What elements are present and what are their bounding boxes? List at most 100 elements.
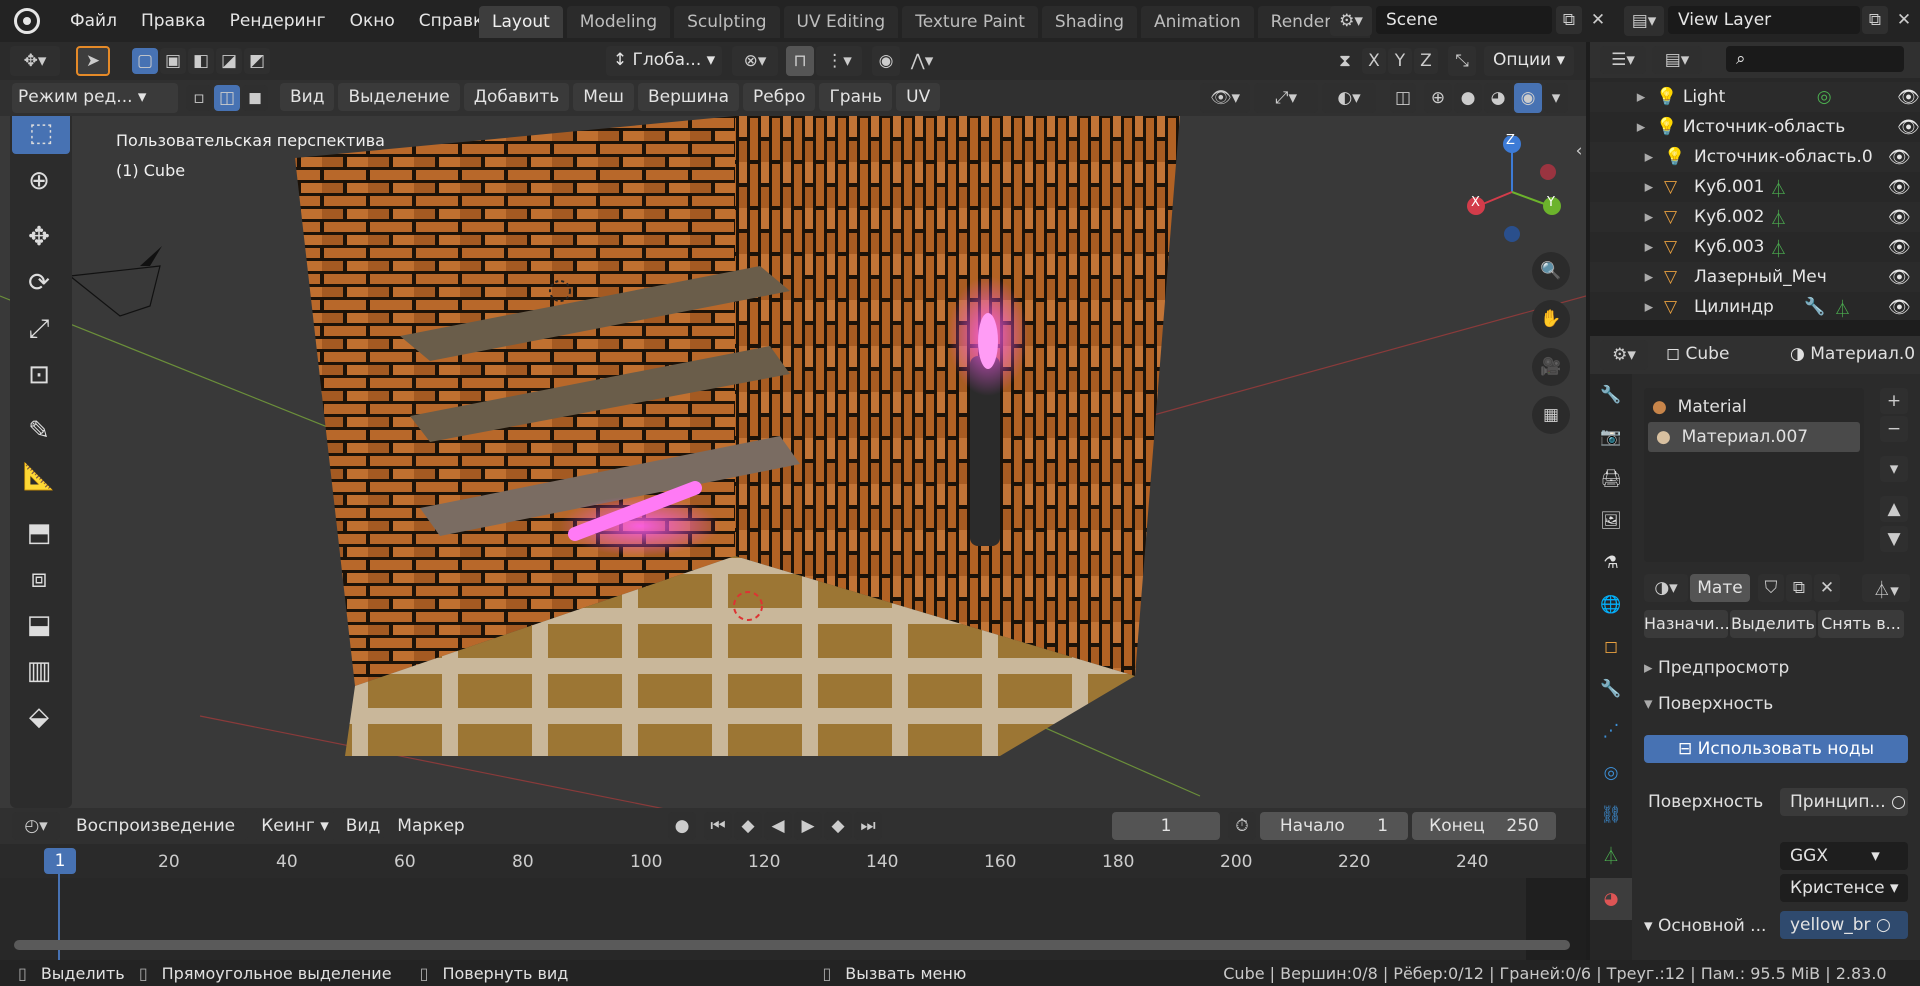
unlink-material-icon[interactable]: ✕: [1814, 574, 1840, 602]
outliner-item-area-light[interactable]: ▸ 💡 Источник-область 👁: [1590, 112, 1920, 142]
select-new-icon[interactable]: ▢: [132, 48, 158, 74]
timeline-view-menu[interactable]: Вид: [342, 812, 384, 840]
navigation-gizmo[interactable]: Z Y X: [1460, 133, 1580, 246]
solid-shading-icon[interactable]: ●: [1454, 83, 1482, 113]
physics-tab-icon[interactable]: ◎: [1590, 752, 1632, 794]
material-shading-icon[interactable]: ◕: [1484, 83, 1512, 113]
outliner-item-cube-003[interactable]: ▸ ▽ Куб.003 ⏃ 👁: [1590, 232, 1920, 262]
menu-file[interactable]: Файл: [58, 11, 129, 31]
select-extend-icon[interactable]: ▣: [160, 48, 186, 74]
tab-animation[interactable]: Animation: [1140, 6, 1254, 38]
expand-icon[interactable]: ▸: [1590, 87, 1656, 107]
vertex-mode-icon[interactable]: ▫: [186, 85, 212, 111]
fake-user-icon[interactable]: ⛉: [1758, 574, 1784, 602]
expand-icon[interactable]: ▸: [1590, 297, 1664, 317]
perspective-grid-icon[interactable]: ▦: [1532, 396, 1570, 434]
playhead-frame[interactable]: 1: [44, 848, 76, 874]
tab-sculpting[interactable]: Sculpting: [674, 6, 780, 38]
extrude-tool-icon[interactable]: ⬒: [10, 510, 68, 556]
menu-window[interactable]: Окно: [338, 11, 407, 31]
proportional-edit-icon[interactable]: ◉: [872, 46, 900, 76]
select-subtract-icon[interactable]: ◧: [188, 48, 214, 74]
visibility-icon[interactable]: 👁▾: [1200, 83, 1250, 113]
surface-shader-field[interactable]: Принцип... ○: [1780, 788, 1908, 816]
move-down-icon[interactable]: ▼: [1880, 526, 1908, 552]
auto-merge-icon[interactable]: ⤡: [1448, 46, 1476, 76]
move-up-icon[interactable]: ▲: [1880, 496, 1908, 522]
mirror-x-toggle[interactable]: X: [1362, 48, 1386, 74]
pan-hand-icon[interactable]: ✋: [1532, 300, 1570, 338]
timeline-scrollbar[interactable]: [14, 940, 1570, 950]
tool-tab-icon[interactable]: 🔧: [1590, 374, 1632, 416]
expand-icon[interactable]: ▸: [1590, 147, 1664, 167]
eye-icon[interactable]: 👁: [1897, 117, 1920, 138]
tab-modeling[interactable]: Modeling: [566, 6, 671, 38]
gizmo-toggle-icon[interactable]: ⤢▾: [1254, 83, 1318, 113]
outliner-item-area-light-2[interactable]: ▸ 💡 Источник-область.0 👁: [1590, 142, 1920, 172]
eye-icon[interactable]: 👁: [1888, 207, 1911, 228]
view-layer-field[interactable]: View Layer: [1668, 6, 1860, 34]
menu-render[interactable]: Рендеринг: [218, 11, 338, 31]
mirror-icon[interactable]: ⧗: [1332, 46, 1358, 76]
stopwatch-icon[interactable]: ⏱: [1228, 812, 1256, 840]
end-frame-field[interactable]: Конец 250: [1412, 812, 1556, 840]
scene-browse-icon[interactable]: ⚙▾: [1330, 6, 1372, 36]
delete-scene-icon[interactable]: ✕: [1586, 6, 1610, 34]
material-slot-active[interactable]: ● Материал.007: [1648, 422, 1860, 452]
surface-panel-header[interactable]: ▾ Поверхность: [1644, 694, 1910, 714]
pivot-point-icon[interactable]: ⊗▾: [732, 46, 778, 76]
add-slot-icon[interactable]: +: [1880, 388, 1908, 414]
transform-tool-icon[interactable]: ⊡: [10, 352, 68, 398]
overlay-toggle-icon[interactable]: ◐▾: [1322, 83, 1376, 113]
material-tab-icon[interactable]: ◕: [1590, 878, 1632, 920]
keying-menu[interactable]: Кеинг ▾: [254, 812, 336, 840]
select-box-tool-icon[interactable]: ⬚: [12, 116, 70, 154]
assign-button[interactable]: Назначи...: [1644, 610, 1730, 638]
camera-view-icon[interactable]: 🎥: [1532, 348, 1570, 386]
outliner-editor-icon[interactable]: ☰▾: [1600, 46, 1646, 74]
measure-tool-icon[interactable]: 📐: [10, 454, 68, 500]
modifier-tab-icon[interactable]: 🔧: [1590, 668, 1632, 710]
world-tab-icon[interactable]: 🌐: [1590, 584, 1632, 626]
eye-icon[interactable]: 👁: [1888, 297, 1911, 318]
eye-icon[interactable]: 👁: [1897, 87, 1920, 108]
edge-mode-icon[interactable]: ◫: [214, 85, 240, 111]
new-view-layer-icon[interactable]: ⧉: [1862, 6, 1888, 34]
3d-viewport[interactable]: Пользовательская перспектива (1) Cube ⬚ …: [0, 116, 1586, 808]
tab-shading[interactable]: Shading: [1041, 6, 1137, 38]
playback-menu[interactable]: Воспроизведение ▾: [68, 812, 248, 864]
object-tab-icon[interactable]: ◻: [1590, 626, 1632, 668]
preview-panel-header[interactable]: ▸ Предпросмотр: [1644, 658, 1910, 678]
deselect-button[interactable]: Снять в...: [1818, 610, 1904, 638]
expand-icon[interactable]: ▸: [1590, 117, 1656, 137]
mirror-z-toggle[interactable]: Z: [1414, 48, 1438, 74]
select-intersect-icon[interactable]: ◩: [244, 48, 270, 74]
link-data-icon[interactable]: ⏃▾: [1862, 574, 1910, 602]
outliner-item-lightsaber[interactable]: ▸ ▽ Лазерный_Меч 👁: [1590, 262, 1920, 292]
use-nodes-button[interactable]: ⊟ Использовать ноды: [1644, 735, 1908, 763]
select-invert-icon[interactable]: ◪: [216, 48, 242, 74]
slot-specials-icon[interactable]: ▾: [1880, 456, 1908, 482]
wireframe-shading-icon[interactable]: ⊕: [1424, 83, 1452, 113]
eye-icon[interactable]: 👁: [1888, 147, 1911, 168]
menu-vertex[interactable]: Вершина: [637, 83, 740, 111]
rotate-tool-icon[interactable]: ⟳: [10, 260, 68, 306]
menu-view[interactable]: Вид: [280, 83, 335, 111]
outliner-item-cube-002[interactable]: ▸ ▽ Куб.002 ⏃ 👁: [1590, 202, 1920, 232]
scene-tab-icon[interactable]: ⚗: [1590, 542, 1632, 584]
constraints-tab-icon[interactable]: ⛓: [1590, 794, 1632, 836]
timeline-area[interactable]: [0, 878, 1586, 964]
inset-tool-icon[interactable]: ⧈: [10, 556, 68, 602]
menu-mesh[interactable]: Меш: [573, 83, 634, 111]
menu-uv[interactable]: UV: [896, 83, 941, 111]
jump-start-icon[interactable]: ⏮: [704, 812, 732, 840]
render-tab-icon[interactable]: 📷: [1590, 416, 1632, 458]
eye-icon[interactable]: 👁: [1888, 267, 1911, 288]
material-name-field[interactable]: Мате: [1690, 574, 1750, 602]
timeline-editor-icon[interactable]: ◴▾: [12, 812, 60, 840]
distribution-dropdown[interactable]: GGX ▾: [1780, 842, 1908, 870]
menu-add[interactable]: Добавить: [463, 83, 570, 111]
transform-orientation-dropdown[interactable]: ↕ Глоба... ▾: [606, 46, 722, 76]
new-scene-icon[interactable]: ⧉: [1556, 6, 1582, 34]
base-color-texture-field[interactable]: yellow_br ○: [1780, 911, 1908, 939]
